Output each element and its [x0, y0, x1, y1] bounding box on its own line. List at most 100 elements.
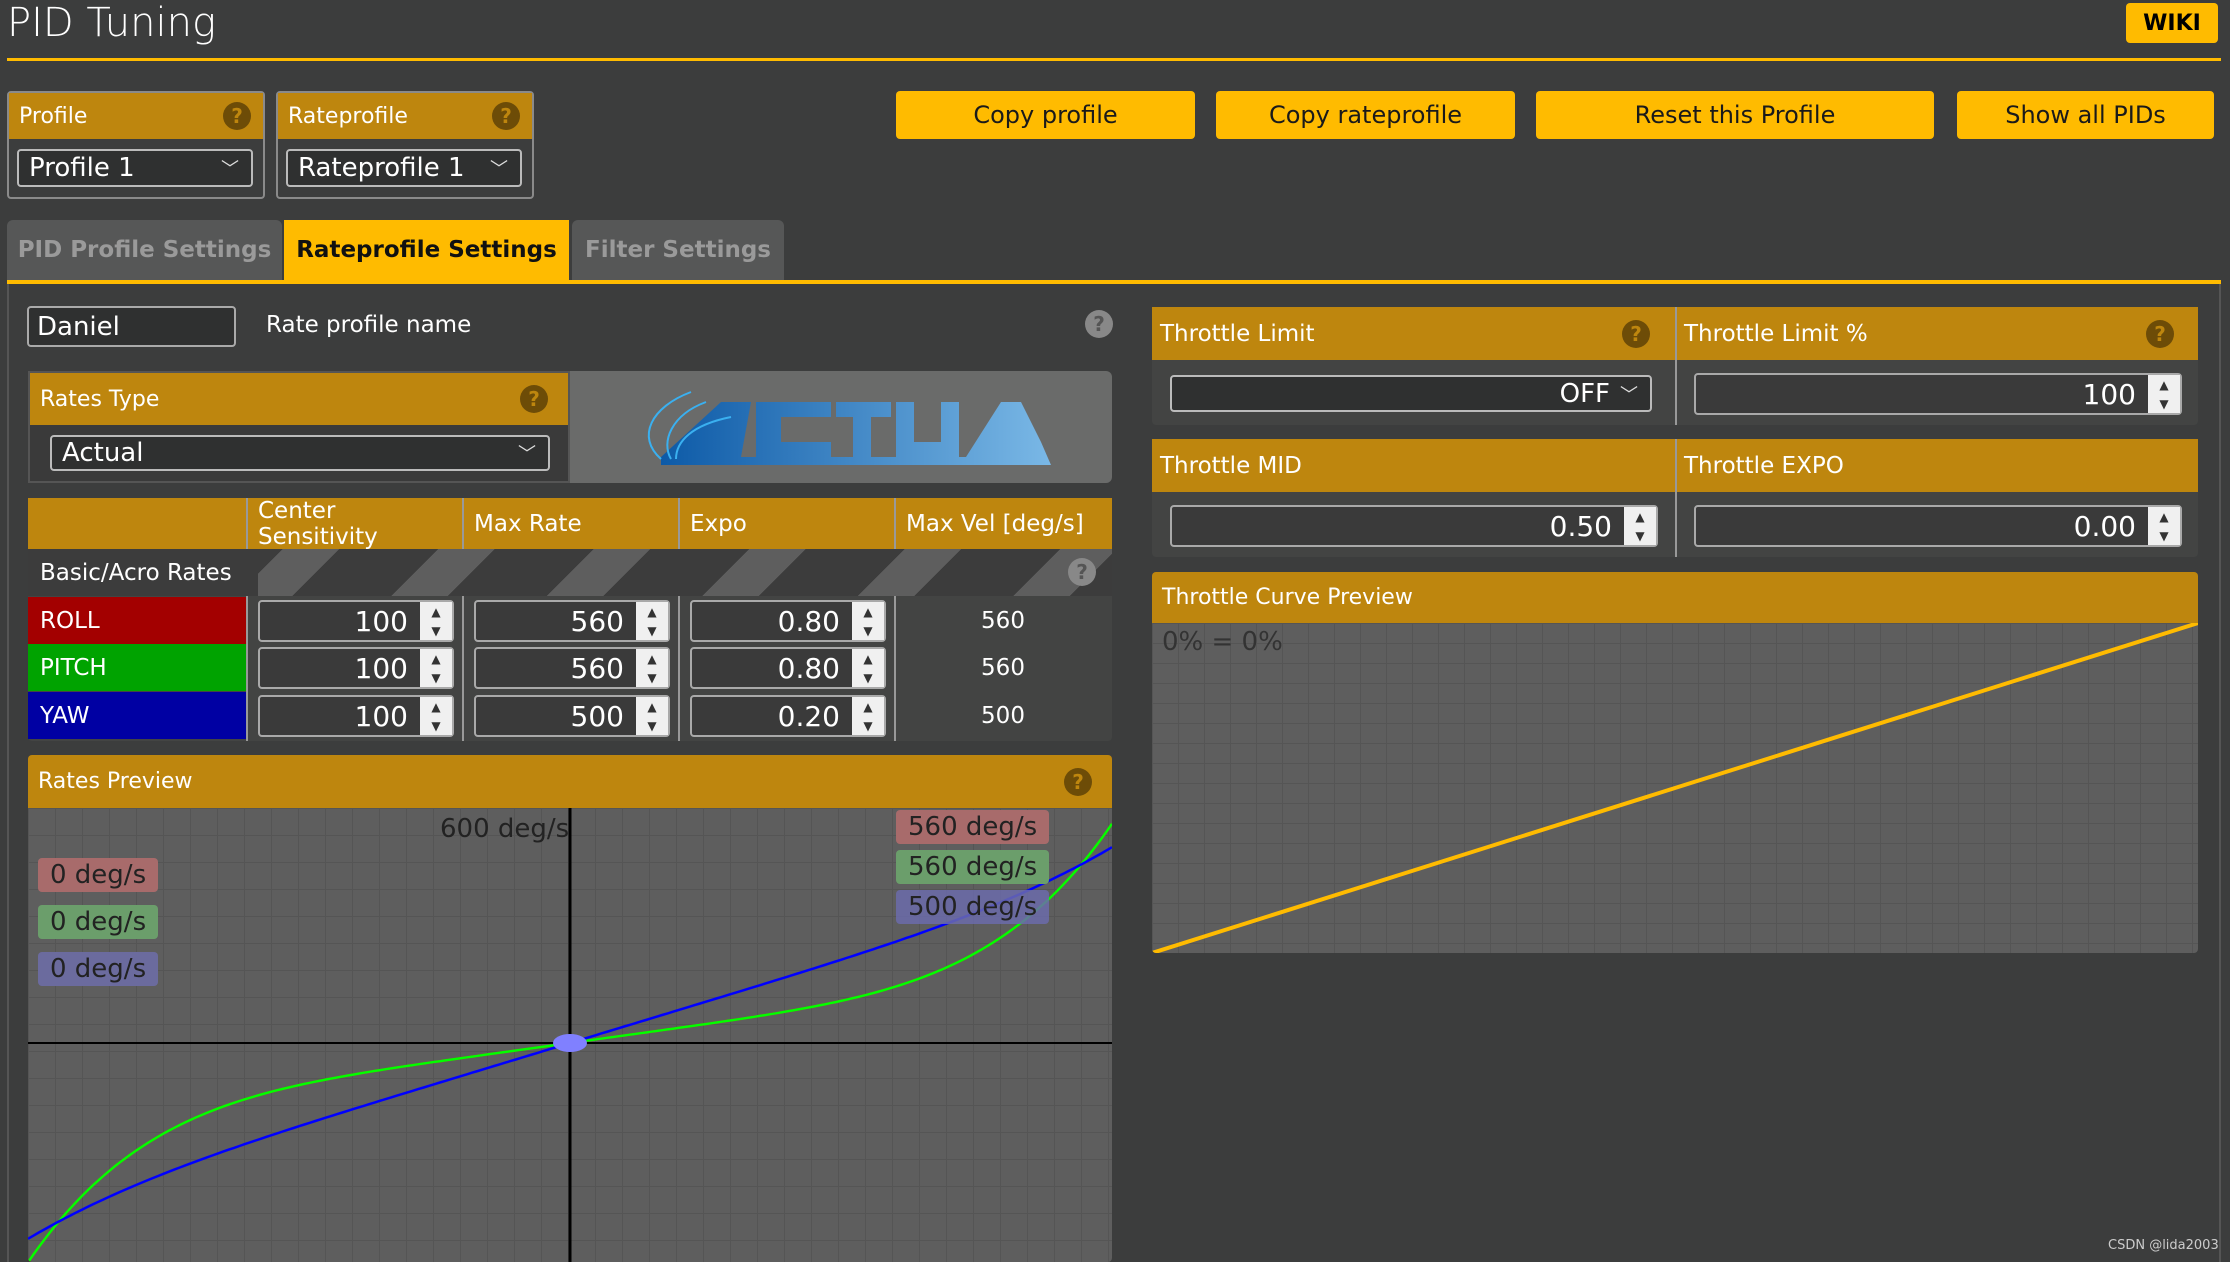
spinner-arrows[interactable]: ▲ ▼ [852, 649, 884, 687]
spinner-arrows[interactable]: ▲ ▼ [420, 697, 452, 735]
value: 0.80 [777, 604, 840, 638]
value: 500 [570, 699, 624, 733]
spinner-arrows[interactable]: ▲ ▼ [420, 602, 452, 640]
rateprofile-value: Rateprofile 1 [298, 153, 465, 183]
rate-profile-name-input[interactable]: Daniel [27, 306, 236, 347]
rates-type-select[interactable]: Actual ﹀ [50, 435, 550, 471]
header-max-rate: Max Rate [462, 498, 678, 549]
value: 0.50 [1549, 509, 1612, 543]
throttle-mid-input[interactable]: 0.50 ▲ ▼ [1170, 505, 1658, 547]
pitch-center-input[interactable]: 100 ▲ ▼ [258, 647, 454, 689]
throttle-curve-title: Throttle Curve Preview [1162, 585, 1413, 610]
throttle-curve-line [1152, 623, 2198, 953]
help-icon[interactable]: ? [520, 385, 548, 413]
rates-table: Center Sensitivity Max Rate Expo Max Vel… [28, 498, 1112, 741]
rateprofile-select[interactable]: Rateprofile 1 ﹀ [286, 149, 522, 187]
rates-type-box: Rates Type? Actual ﹀ [28, 371, 570, 483]
copy-rateprofile-button[interactable]: Copy rateprofile [1216, 91, 1515, 139]
divider [7, 58, 2221, 61]
help-icon[interactable]: ? [2146, 320, 2174, 348]
value: 0.00 [2073, 509, 2136, 543]
reset-profile-button[interactable]: Reset this Profile [1536, 91, 1934, 139]
help-icon[interactable]: ? [1068, 558, 1096, 586]
show-all-pids-button[interactable]: Show all PIDs [1957, 91, 2214, 139]
stick-position-marker [553, 1034, 587, 1052]
profile-box: Profile? Profile 1 ﹀ [7, 91, 265, 199]
value: 100 [354, 699, 408, 733]
help-icon[interactable]: ? [1622, 320, 1650, 348]
yaw-expo-input[interactable]: 0.20 ▲ ▼ [690, 695, 886, 737]
value: 100 [354, 651, 408, 685]
header-expo: Expo [678, 498, 894, 549]
rates-preview-title: Rates Preview [38, 769, 193, 794]
yaw-center-input[interactable]: 100 ▲ ▼ [258, 695, 454, 737]
throttle-limit-value: OFF [1559, 378, 1610, 409]
header-center-sensitivity: Center Sensitivity [246, 498, 462, 550]
pitch-max-label: 560 deg/s [896, 850, 1050, 884]
throttle-mid-label: Throttle MID [1160, 452, 1302, 479]
spinner-arrows[interactable]: ▲ ▼ [636, 602, 668, 640]
throttle-curve-label: 0% = 0% [1162, 627, 1283, 657]
tab-pid-profile-settings[interactable]: PID Profile Settings [7, 220, 282, 280]
spinner-arrows[interactable]: ▲ ▼ [636, 697, 668, 735]
pitch-max-input[interactable]: 560 ▲ ▼ [474, 647, 670, 689]
throttle-expo-label: Throttle EXPO [1684, 452, 1844, 479]
divider [1675, 307, 1677, 425]
yaw-max-label: 500 deg/s [896, 890, 1050, 924]
divider [7, 284, 9, 1262]
spinner-arrows[interactable]: ▲ ▼ [2148, 507, 2180, 545]
copy-profile-button[interactable]: Copy profile [896, 91, 1195, 139]
divider [2219, 284, 2221, 1262]
chevron-down-icon: ﹀ [518, 444, 536, 465]
top-label: 600 deg/s [440, 814, 570, 844]
wiki-button[interactable]: WIKI [2126, 3, 2218, 43]
rateprofile-label: Rateprofile [288, 103, 408, 129]
throttle-chart: 0% = 0% [1152, 623, 2198, 953]
roll-current-label: 0 deg/s [38, 858, 159, 892]
rates-type-value: Actual [62, 438, 144, 468]
header-max-vel: Max Vel [deg/s] [894, 498, 1112, 549]
value: 100 [2082, 377, 2136, 411]
divider [1675, 439, 1677, 557]
spinner-arrows[interactable]: ▲ ▼ [2148, 375, 2180, 413]
tab-rateprofile-settings[interactable]: Rateprofile Settings [284, 220, 569, 280]
axis-label-roll: ROLL [28, 597, 246, 644]
help-icon[interactable]: ? [492, 102, 520, 130]
tab-filter-settings[interactable]: Filter Settings [572, 220, 784, 280]
actual-logo [570, 371, 1112, 483]
help-icon[interactable]: ? [1064, 768, 1092, 796]
throttle-limit-select[interactable]: OFF ﹀ [1170, 375, 1652, 412]
throttle-limit-pct-input[interactable]: 100 ▲ ▼ [1694, 373, 2182, 415]
chevron-down-icon: ﹀ [221, 159, 239, 180]
pitch-current-label: 0 deg/s [38, 905, 159, 939]
throttle-limit-box: Throttle Limit ? Throttle Limit % ? OFF ﹀… [1152, 307, 2198, 425]
spinner-arrows[interactable]: ▲ ▼ [1624, 507, 1656, 545]
profile-label: Profile [19, 103, 88, 129]
divider [246, 596, 248, 741]
spinner-arrows[interactable]: ▲ ▼ [852, 697, 884, 735]
chevron-down-icon: ﹀ [1620, 384, 1638, 406]
yaw-max-vel: 500 [981, 702, 1025, 729]
spinner-arrows[interactable]: ▲ ▼ [852, 602, 884, 640]
throttle-expo-input[interactable]: 0.00 ▲ ▼ [1694, 505, 2182, 547]
value: 560 [570, 651, 624, 685]
help-icon[interactable]: ? [223, 102, 251, 130]
roll-max-input[interactable]: 560 ▲ ▼ [474, 600, 670, 642]
yaw-max-input[interactable]: 500 ▲ ▼ [474, 695, 670, 737]
rate-profile-name-label: Rate profile name [266, 312, 472, 338]
pitch-max-vel: 560 [981, 654, 1025, 681]
value: 100 [354, 604, 408, 638]
help-icon[interactable]: ? [1085, 310, 1113, 338]
throttle-limit-label: Throttle Limit [1160, 320, 1315, 347]
rateprofile-box: Rateprofile? Rateprofile 1 ﹀ [276, 91, 534, 199]
spinner-arrows[interactable]: ▲ ▼ [636, 649, 668, 687]
spinner-arrows[interactable]: ▲ ▼ [420, 649, 452, 687]
page-title: PID Tuning [7, 0, 216, 46]
rates-preview-panel: Rates Preview? 600 deg/s 0 deg/s 0 deg/s… [28, 755, 1112, 1262]
roll-max-vel: 560 [981, 607, 1025, 634]
roll-center-input[interactable]: 100 ▲ ▼ [258, 600, 454, 642]
pitch-expo-input[interactable]: 0.80 ▲ ▼ [690, 647, 886, 689]
roll-expo-input[interactable]: 0.80 ▲ ▼ [690, 600, 886, 642]
profile-select[interactable]: Profile 1 ﹀ [17, 149, 253, 187]
tab-underline [7, 280, 2221, 284]
